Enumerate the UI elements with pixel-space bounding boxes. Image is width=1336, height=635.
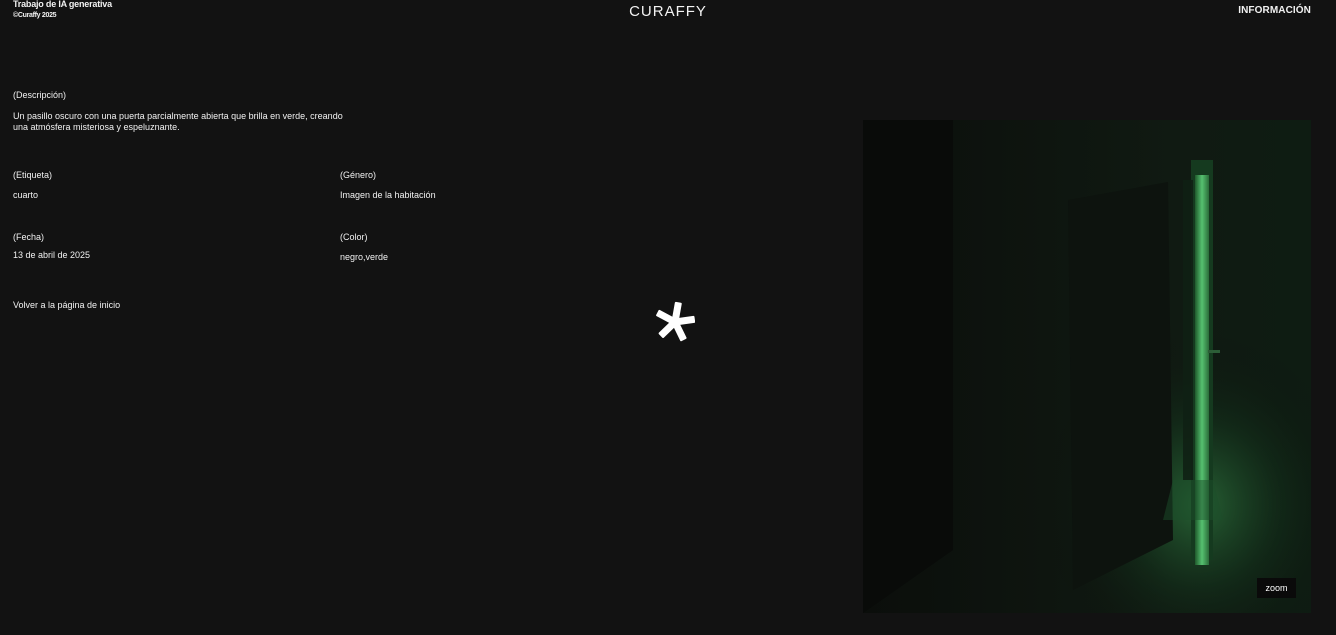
color-label: (Color) bbox=[340, 232, 368, 242]
description-text: Un pasillo oscuro con una puerta parcial… bbox=[13, 111, 343, 132]
date-value: 13 de abril de 2025 bbox=[13, 250, 91, 260]
genre-value: Imagen de la habitación bbox=[340, 190, 436, 200]
description-label: (Descripción) bbox=[13, 90, 67, 100]
tag-label: (Etiqueta) bbox=[13, 170, 53, 180]
page: Trabajo de IA generativa ©Curaffy 2025 C… bbox=[0, 0, 1336, 635]
asterisk-icon bbox=[656, 301, 695, 342]
dark-hallway-door-image bbox=[863, 120, 1311, 613]
color-value: negro,verde bbox=[340, 252, 389, 262]
tag-value: cuarto bbox=[13, 190, 39, 200]
info-nav-link[interactable]: INFORMACIÓN bbox=[1238, 5, 1311, 16]
zoom-button[interactable]: zoom bbox=[1257, 578, 1296, 598]
date-label: (Fecha) bbox=[13, 232, 45, 242]
genre-label: (Género) bbox=[340, 170, 377, 180]
back-to-home-link[interactable]: Volver a la página de inicio bbox=[13, 300, 120, 311]
site-logo[interactable]: CURAFFY bbox=[0, 3, 1336, 20]
room-image[interactable] bbox=[863, 120, 1311, 613]
